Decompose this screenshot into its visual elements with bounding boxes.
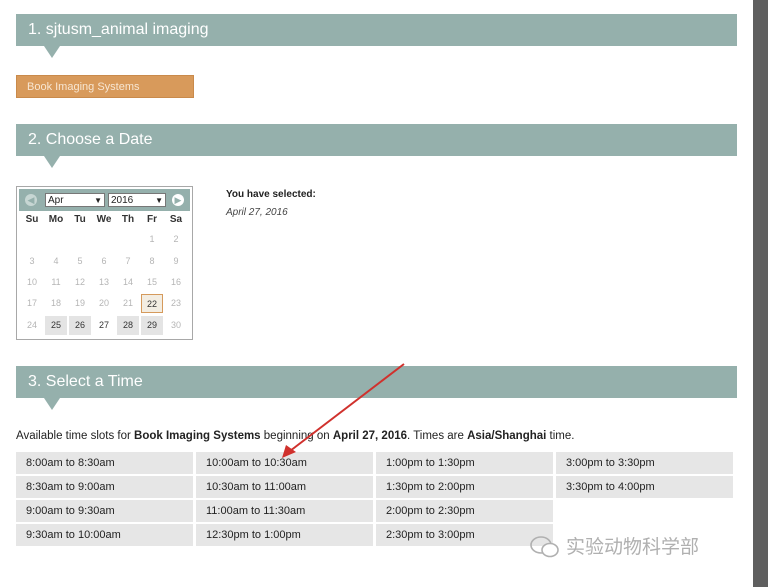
annotation-arrow-icon: [282, 363, 405, 458]
watermark-text: 实验动物科学部: [566, 537, 700, 558]
wechat-icon: [530, 536, 559, 558]
